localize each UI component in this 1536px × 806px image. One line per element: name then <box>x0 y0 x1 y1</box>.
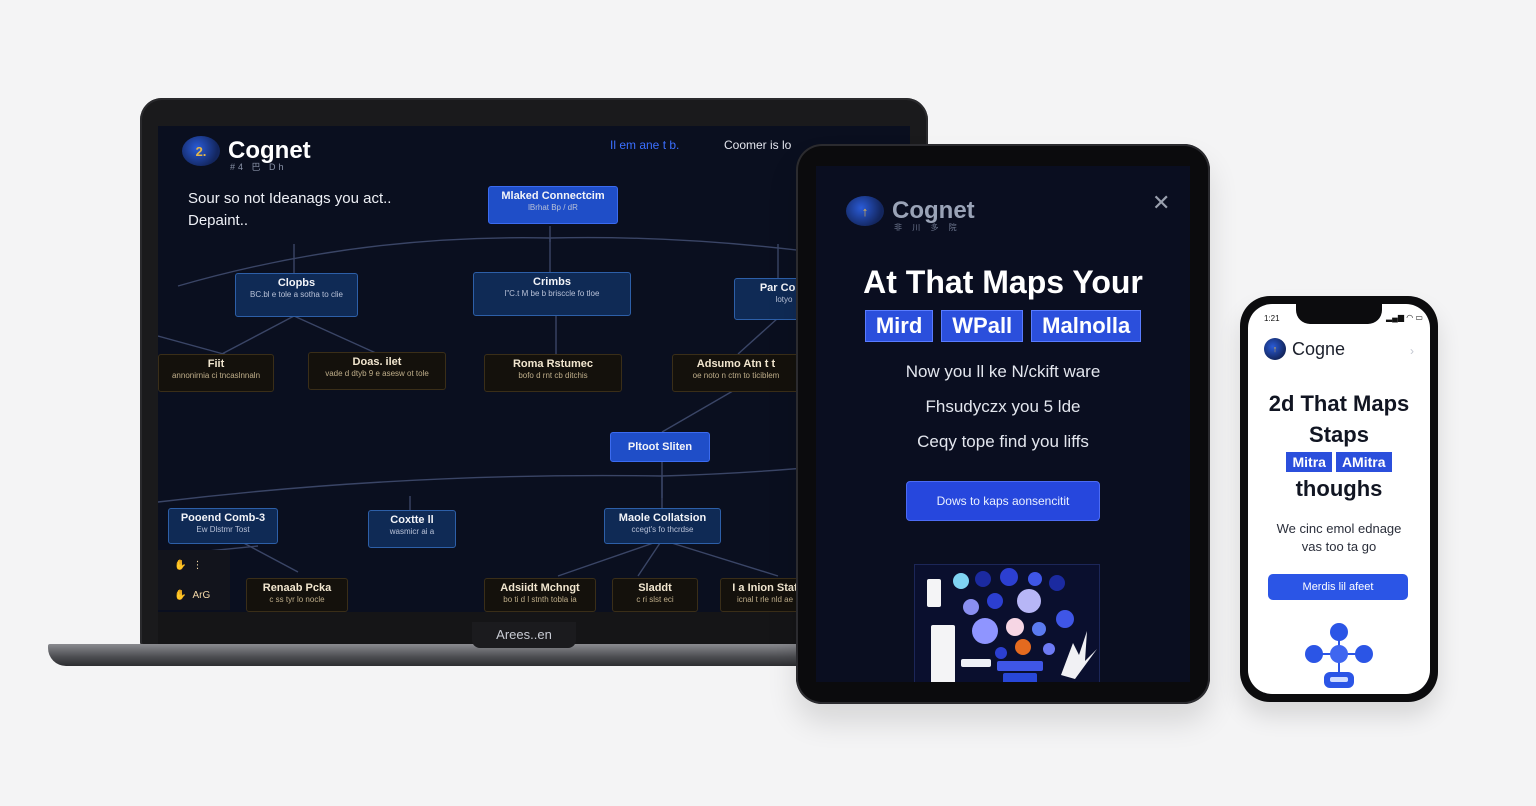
close-icon[interactable]: ✕ <box>1152 192 1170 214</box>
status-icons: ▂▄▆ ◠ ▭ <box>1386 313 1423 322</box>
node-title: I a Inion Stat <box>732 582 798 594</box>
node-title: Adsiidt Mchngt <box>500 582 580 594</box>
mindmap-node[interactable]: Adsumo Atn t t oe noto n ctm to ticiblem <box>672 354 800 392</box>
mindmap-node-selected[interactable]: Pltoot Sliten <box>610 432 710 462</box>
node-subtitle: annonirnia ci tncaslnnaln <box>171 371 261 380</box>
headline-line: 2d That Maps <box>1268 391 1410 416</box>
node-subtitle: Ew Dlstmr Tost <box>196 525 250 534</box>
node-title: Mlaked Connectcim <box>501 190 605 202</box>
device-mockup-stage: 2. Cognet #4 巴 Dh Il em ane t b. Coomer … <box>0 0 1536 806</box>
body-line: We cinc emol ednage <box>1276 521 1402 536</box>
logo-icon: ↑ <box>846 196 884 226</box>
laptop-bottom-tab[interactable]: Arees..en <box>472 622 576 648</box>
mindmap-node[interactable]: Maole Collatsion ccegt's fo thcrdse <box>604 508 721 544</box>
tablet-headline: At That Maps Your <box>863 264 1143 300</box>
node-subtitle: l"C.t M be b brisccle fo tloe <box>504 289 600 298</box>
phone-brand: Cogne <box>1292 338 1346 359</box>
mindmap-node[interactable]: Sladdt c ri slst eci <box>612 578 698 612</box>
tablet-pill-row: Mird WPall Malnolla <box>816 310 1190 342</box>
phone-body: We cinc emol ednage vas too ta go <box>1248 520 1430 556</box>
node-title: Roma Rstumec <box>512 358 594 370</box>
node-subtitle: oe noto n ctm to ticiblem <box>692 371 780 380</box>
phone-headline: 2d That Maps Staps <box>1248 388 1430 450</box>
tablet-cta-button[interactable]: Dows to kaps aonsencitit <box>906 481 1100 521</box>
toolbar-tool[interactable]: ✋ ⋮ <box>158 550 230 580</box>
node-title: Fiit <box>207 358 225 370</box>
phone-screen: 1:21 ▂▄▆ ◠ ▭ ↑ Cogne › 2d That Maps Stap… <box>1248 304 1430 694</box>
tablet-screen: ↑ Cognet 非 川 多 院 ✕ At That Maps Your Mir… <box>816 166 1190 682</box>
hand-icon: ✋ <box>174 589 187 601</box>
tool-label: ⋮ <box>192 559 203 571</box>
node-title: Doas. ilet <box>352 356 402 368</box>
node-title: Sladdt <box>638 582 672 594</box>
node-title: Adsumo Atn t t <box>696 358 776 370</box>
highlight-pill: Mitra <box>1286 452 1332 472</box>
mindmap-node-root[interactable]: Mlaked Connectcim lBrhat Bp / dR <box>488 186 618 224</box>
phone-notch <box>1296 302 1382 324</box>
tablet-body-line: Now you ll ke N/ckift ware <box>905 362 1101 381</box>
highlight-pill: WPall <box>941 310 1024 342</box>
phone-pill-row: Mitra AMitra <box>1248 452 1430 472</box>
mindmap-node[interactable]: Pooend Comb-3 Ew Dlstmr Tost <box>168 508 278 544</box>
mindmap-node[interactable]: Coxtte ll wasmicr ai a <box>368 510 456 548</box>
node-subtitle: c ri slst eci <box>636 595 674 604</box>
node-subtitle: BC.bl e tole a sotha to clie <box>250 290 343 299</box>
mindmap-node[interactable]: Adsiidt Mchngt bo ti d l stnth tobla ia <box>484 578 596 612</box>
node-subtitle: icnal t rle nld ae <box>736 595 794 604</box>
node-subtitle: bo ti d l stnth tobla ia <box>503 595 577 604</box>
node-subtitle: c ss tyr lo nocle <box>269 595 325 604</box>
menu-icon[interactable]: › <box>1410 344 1414 358</box>
bottom-tab-label: Arees..en <box>496 627 552 642</box>
node-title: Crimbs <box>533 276 571 288</box>
node-subtitle: bofo d rnt cb ditchis <box>518 371 588 380</box>
logo-icon: ↑ <box>1264 338 1286 360</box>
tablet-illustration <box>914 564 1100 682</box>
body-line: vas too ta go <box>1301 539 1377 554</box>
phone-headline-2: thoughs <box>1295 476 1383 501</box>
node-title: Pooend Comb-3 <box>180 512 266 524</box>
tool-label: ArG <box>192 589 211 601</box>
node-subtitle: wasmicr ai a <box>389 527 435 536</box>
mindmap-node[interactable]: Roma Rstumec bofo d rnt cb ditchis <box>484 354 622 392</box>
node-title: Coxtte ll <box>390 514 434 526</box>
mindmap-node[interactable]: Fiit annonirnia ci tncaslnnaln <box>158 354 274 392</box>
bubbles-illustration <box>927 568 1097 682</box>
node-title: Maole Collatsion <box>618 512 707 524</box>
node-subtitle: lBrhat Bp / dR <box>528 203 578 212</box>
tablet-brand: Cognet <box>892 197 975 224</box>
node-title: Clopbs <box>277 277 316 289</box>
tablet-body-line: Ceqy tope find you liffs <box>917 432 1089 451</box>
mindmap-node[interactable]: Clopbs BC.bl e tole a sotha to clie <box>235 273 358 317</box>
node-title: Pltoot Sliten <box>627 441 693 453</box>
highlight-pill: Mird <box>864 310 934 342</box>
highlight-pill: Malnolla <box>1031 310 1142 342</box>
mindmap-node[interactable]: Doas. ilet vade d dtyb 9 e asesw ot tole <box>308 352 446 390</box>
tablet-body-line: Fhsudyczx you 5 lde <box>925 397 1081 416</box>
headline-line: Staps <box>1309 422 1369 447</box>
tablet-brand-sub: 非 川 多 院 <box>894 223 961 232</box>
toolbar-tool[interactable]: ✋ ArG <box>158 580 230 610</box>
phone-logo[interactable]: ↑ Cogne <box>1264 338 1345 360</box>
status-time: 1:21 <box>1264 314 1280 323</box>
network-illustration <box>1305 623 1373 688</box>
hand-icon: ✋ <box>174 559 187 571</box>
mindmap-node[interactable]: Crimbs l"C.t M be b brisccle fo tloe <box>473 272 631 316</box>
node-subtitle: ccegt's fo thcrdse <box>631 525 694 534</box>
mindmap-node[interactable]: Renaab Pcka c ss tyr lo nocle <box>246 578 348 612</box>
phone-cta-button[interactable]: Merdis lil afeet <box>1268 574 1408 600</box>
node-title: Renaab Pcka <box>262 582 332 594</box>
highlight-pill: AMitra <box>1335 452 1392 472</box>
node-subtitle: vade d dtyb 9 e asesw ot tole <box>325 369 429 378</box>
